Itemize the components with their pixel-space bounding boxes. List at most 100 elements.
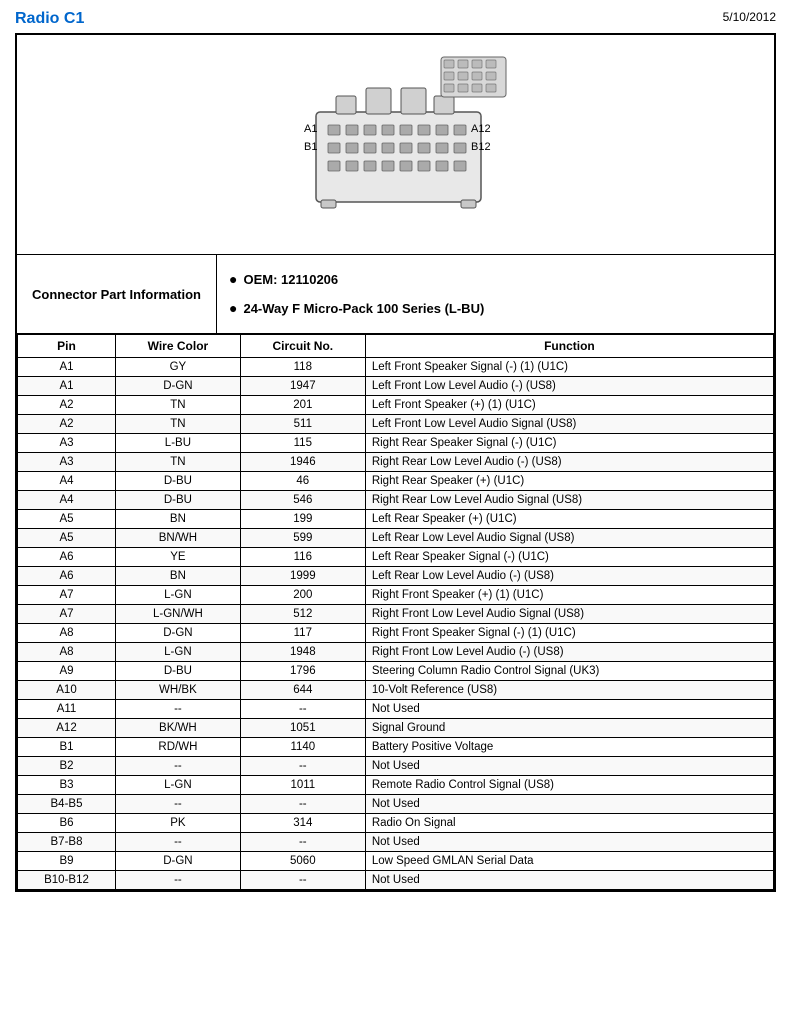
cell-14-3: Right Front Speaker Signal (-) (1) (U1C) [365,624,773,643]
cell-8-2: 199 [240,510,365,529]
cell-11-2: 1999 [240,567,365,586]
table-row: B4-B5----Not Used [18,795,774,814]
cell-13-2: 512 [240,605,365,624]
cell-1-3: Left Front Low Level Audio (-) (US8) [365,377,773,396]
cell-9-2: 599 [240,529,365,548]
cell-12-2: 200 [240,586,365,605]
table-row: A2TN511Left Front Low Level Audio Signal… [18,415,774,434]
cell-27-2: -- [240,871,365,890]
cell-2-2: 201 [240,396,365,415]
cell-9-1: BN/WH [116,529,241,548]
cell-7-3: Right Rear Low Level Audio Signal (US8) [365,491,773,510]
cell-1-2: 1947 [240,377,365,396]
connector-info-details: ●OEM: 12110206 ●24-Way F Micro-Pack 100 … [217,255,774,333]
page-title: Radio C1 [15,10,84,28]
cell-19-3: Signal Ground [365,719,773,738]
cell-18-3: Not Used [365,700,773,719]
cell-25-0: B7-B8 [18,833,116,852]
cell-16-0: A9 [18,662,116,681]
cell-3-3: Left Front Low Level Audio Signal (US8) [365,415,773,434]
cell-9-0: A5 [18,529,116,548]
table-row: A4D-BU46Right Rear Speaker (+) (U1C) [18,472,774,491]
cell-4-2: 115 [240,434,365,453]
cell-5-2: 1946 [240,453,365,472]
table-row: A2TN201Left Front Speaker (+) (1) (U1C) [18,396,774,415]
table-row: A1GY118Left Front Speaker Signal (-) (1)… [18,358,774,377]
cell-22-2: 1011 [240,776,365,795]
table-row: A5BN199Left Rear Speaker (+) (U1C) [18,510,774,529]
cell-20-2: 1140 [240,738,365,757]
table-row: A5BN/WH599Left Rear Low Level Audio Sign… [18,529,774,548]
table-row: B2----Not Used [18,757,774,776]
cell-4-3: Right Rear Speaker Signal (-) (U1C) [365,434,773,453]
cell-6-2: 46 [240,472,365,491]
cell-21-2: -- [240,757,365,776]
svg-text:A1: A1 [304,123,317,135]
cell-27-3: Not Used [365,871,773,890]
svg-text:B12: B12 [471,141,491,153]
cell-13-3: Right Front Low Level Audio Signal (US8) [365,605,773,624]
cell-10-1: YE [116,548,241,567]
cell-22-1: L-GN [116,776,241,795]
cell-0-2: 118 [240,358,365,377]
cell-26-2: 5060 [240,852,365,871]
cell-13-0: A7 [18,605,116,624]
cell-0-1: GY [116,358,241,377]
cell-12-1: L-GN [116,586,241,605]
cell-17-0: A10 [18,681,116,700]
cell-16-3: Steering Column Radio Control Signal (UK… [365,662,773,681]
cell-2-0: A2 [18,396,116,415]
cell-14-2: 117 [240,624,365,643]
cell-24-3: Radio On Signal [365,814,773,833]
cell-6-0: A4 [18,472,116,491]
cell-3-2: 511 [240,415,365,434]
col-function: Function [365,335,773,358]
cell-5-0: A3 [18,453,116,472]
cell-5-3: Right Rear Low Level Audio (-) (US8) [365,453,773,472]
cell-15-1: L-GN [116,643,241,662]
table-row: A7L-GN/WH512Right Front Low Level Audio … [18,605,774,624]
cell-20-0: B1 [18,738,116,757]
cell-23-3: Not Used [365,795,773,814]
cell-0-3: Left Front Speaker Signal (-) (1) (U1C) [365,358,773,377]
table-row: A8D-GN117Right Front Speaker Signal (-) … [18,624,774,643]
table-row: A6BN1999Left Rear Low Level Audio (-) (U… [18,567,774,586]
cell-10-2: 116 [240,548,365,567]
cell-7-2: 546 [240,491,365,510]
cell-15-2: 1948 [240,643,365,662]
table-row: A8L-GN1948Right Front Low Level Audio (-… [18,643,774,662]
cell-2-3: Left Front Speaker (+) (1) (U1C) [365,396,773,415]
cell-23-2: -- [240,795,365,814]
cell-24-2: 314 [240,814,365,833]
cell-19-1: BK/WH [116,719,241,738]
cell-12-3: Right Front Speaker (+) (1) (U1C) [365,586,773,605]
cell-11-1: BN [116,567,241,586]
table-row: B10-B12----Not Used [18,871,774,890]
cell-23-1: -- [116,795,241,814]
col-circuit-no: Circuit No. [240,335,365,358]
cell-17-2: 644 [240,681,365,700]
cell-2-1: TN [116,396,241,415]
cell-21-1: -- [116,757,241,776]
table-row: A6YE116Left Rear Speaker Signal (-) (U1C… [18,548,774,567]
cell-23-0: B4-B5 [18,795,116,814]
cell-26-1: D-GN [116,852,241,871]
cell-7-0: A4 [18,491,116,510]
cell-20-1: RD/WH [116,738,241,757]
table-row: A12BK/WH1051Signal Ground [18,719,774,738]
table-row: B1RD/WH1140Battery Positive Voltage [18,738,774,757]
cell-15-0: A8 [18,643,116,662]
cell-4-1: L-BU [116,434,241,453]
cell-20-3: Battery Positive Voltage [365,738,773,757]
cell-9-3: Left Rear Low Level Audio Signal (US8) [365,529,773,548]
table-row: B3L-GN1011Remote Radio Control Signal (U… [18,776,774,795]
cell-25-2: -- [240,833,365,852]
cell-10-3: Left Rear Speaker Signal (-) (U1C) [365,548,773,567]
table-row: A9D-BU1796Steering Column Radio Control … [18,662,774,681]
cell-25-1: -- [116,833,241,852]
cell-15-3: Right Front Low Level Audio (-) (US8) [365,643,773,662]
cell-16-1: D-BU [116,662,241,681]
table-row: B6PK314Radio On Signal [18,814,774,833]
cell-18-0: A11 [18,700,116,719]
connector-info-section: Connector Part Information ●OEM: 1211020… [17,255,774,334]
